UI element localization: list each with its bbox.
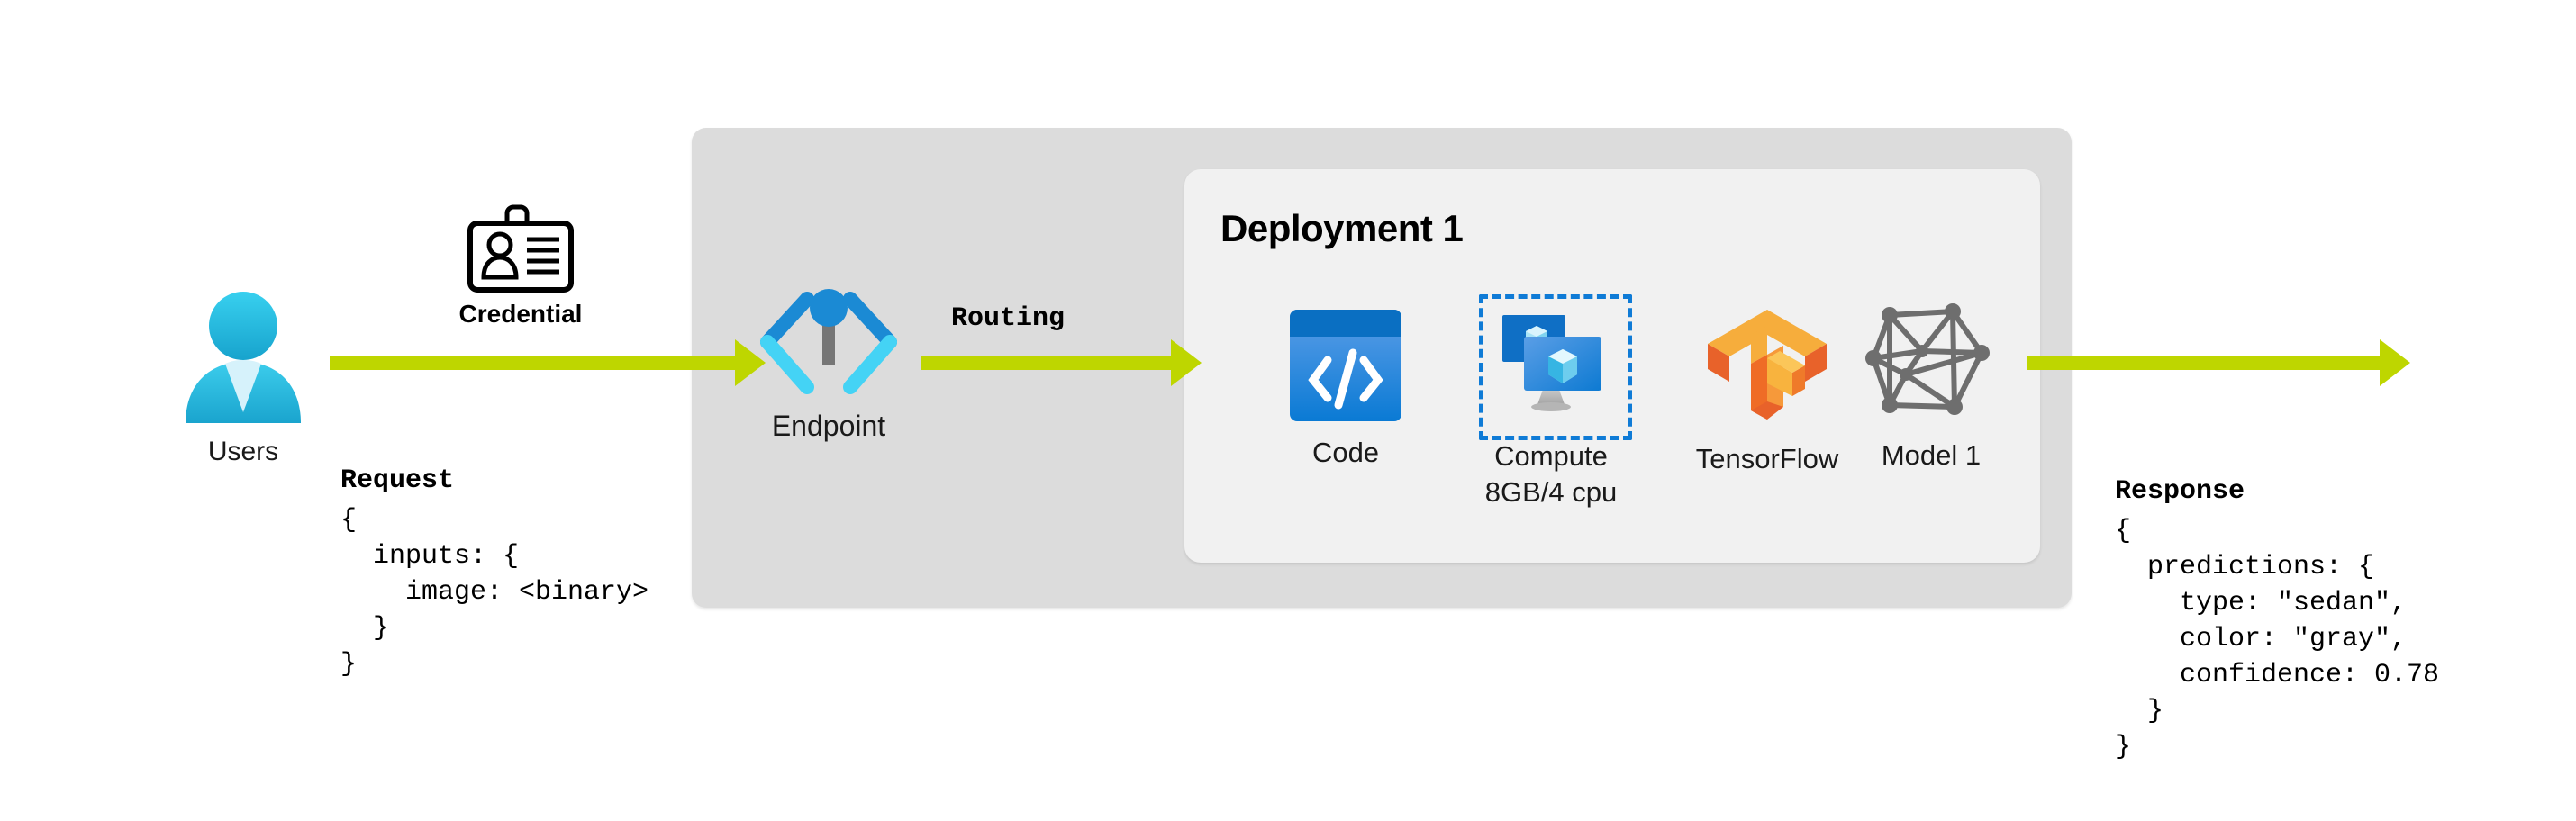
tensorflow-label: TensorFlow: [1695, 443, 1839, 474]
code-label: Code: [1311, 437, 1380, 468]
credential-label: Credential: [458, 300, 583, 328]
arrow-deployment-to-response-head: [2380, 339, 2410, 386]
model-label: Model 1: [1881, 439, 1982, 471]
id-badge-icon: [465, 204, 576, 293]
compute-sublabel: 8GB/4 cpu: [1484, 476, 1618, 508]
response-code-block: Response { predictions: { type: "sedan", …: [2115, 401, 2439, 801]
compute-monitors-icon: [1497, 313, 1607, 414]
users-icon: [171, 286, 315, 430]
arrow-deployment-to-response-shaft: [2027, 356, 2380, 370]
tensorflow-logo-icon: [1701, 301, 1828, 429]
code-window-icon: [1290, 310, 1401, 421]
request-title: Request: [340, 465, 455, 496]
diagram-canvas: Deployment 1 Users Credential Request {…: [0, 0, 2576, 821]
endpoint-label: Endpoint: [771, 410, 886, 442]
request-code-block: Request { inputs: { image: <binary> } }: [340, 391, 649, 718]
compute-label: Compute: [1494, 440, 1608, 472]
routing-label: Routing: [951, 303, 1066, 334]
angle-brackets-pin-icon: [755, 286, 903, 403]
deployment-title: Deployment 1: [1220, 207, 1464, 249]
arrow-endpoint-to-deployment-shaft: [921, 356, 1171, 370]
response-title: Response: [2115, 476, 2245, 507]
arrow-users-to-endpoint-shaft: [330, 356, 735, 370]
arrow-endpoint-to-deployment-head: [1171, 339, 1202, 386]
request-body: { inputs: { image: <binary> } }: [340, 505, 649, 680]
response-body: { predictions: { type: "sedan", color: "…: [2115, 516, 2440, 762]
graph-network-icon: [1865, 303, 1992, 420]
users-label: Users: [207, 437, 279, 466]
